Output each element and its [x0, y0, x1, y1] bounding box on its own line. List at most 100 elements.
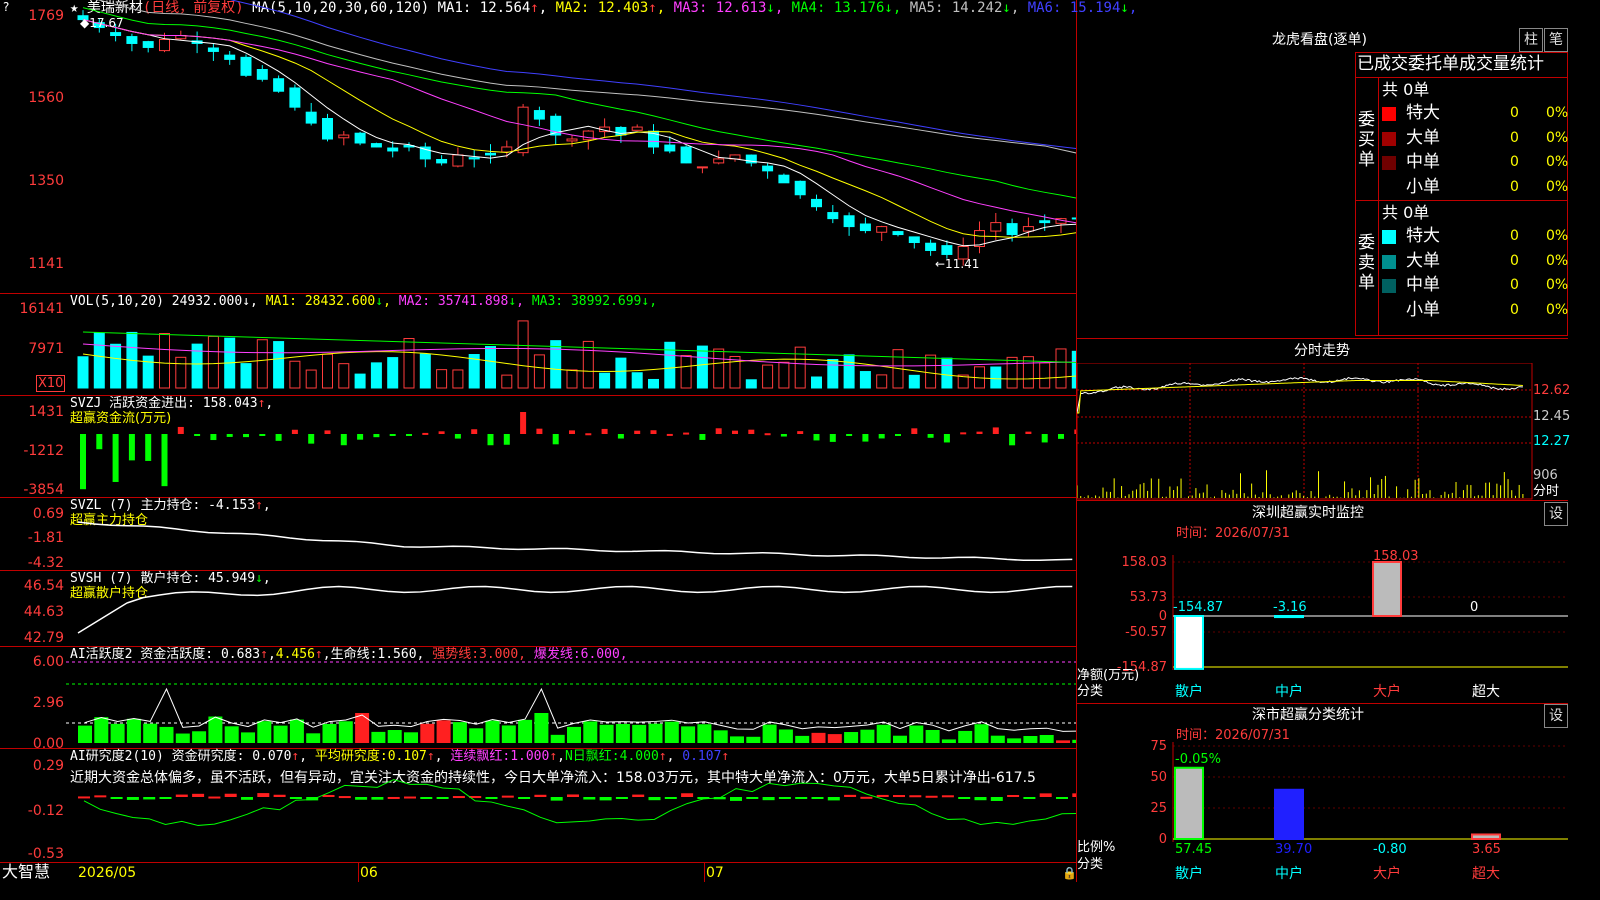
flow-bar: [569, 430, 575, 434]
volume-bar: [159, 332, 170, 389]
volume-bar: [615, 357, 627, 389]
research-bar: [1056, 797, 1068, 799]
order-type-label: 特大: [1406, 226, 1440, 246]
research-bar: [485, 797, 498, 799]
research-bar: [974, 797, 987, 801]
flow-bar: [878, 434, 885, 439]
volume-bar: [631, 372, 643, 389]
research-bar: [534, 794, 547, 797]
active-bar: [208, 716, 223, 743]
research-bar: [452, 796, 465, 799]
candle-body: [680, 146, 692, 164]
order-count: 0: [1510, 105, 1519, 121]
volume-bar: [680, 355, 692, 389]
volume-bar: [566, 369, 578, 389]
flow-bar: [275, 434, 282, 441]
intraday-tick: 906: [1533, 468, 1558, 483]
bar-value: 39.70: [1275, 842, 1312, 857]
category-label: 超大: [1472, 866, 1500, 882]
ai-active-tick: 2.96: [32, 695, 64, 711]
candle-body: [305, 111, 317, 124]
flow-bar: [112, 434, 119, 482]
order-count: 0: [1510, 154, 1519, 170]
tick-mode-button[interactable]: 笔: [1544, 28, 1568, 52]
active-bar: [811, 732, 826, 743]
classify-settings-button[interactable]: 设: [1544, 704, 1568, 728]
net-bar: [1372, 561, 1402, 617]
intraday-chart[interactable]: [1077, 363, 1568, 500]
active-bar: [355, 713, 370, 743]
active-bar: [143, 723, 158, 743]
research-bar: [844, 794, 857, 797]
active-bar: [893, 735, 907, 743]
order-percent: 0%: [1546, 154, 1569, 170]
volume-bar: [696, 345, 708, 389]
flow-bar: [813, 434, 820, 441]
volume-bar: [990, 366, 1002, 389]
research-bar: [208, 796, 221, 799]
volume-bar: [93, 332, 105, 389]
volume-bar: [501, 374, 513, 389]
candle-body: [224, 54, 236, 60]
research-bar: [420, 797, 433, 799]
candle-body: [354, 132, 366, 144]
research-bar: [827, 797, 840, 801]
category-label: 超大: [1472, 684, 1500, 700]
svzl-chart: [77, 521, 1073, 562]
ma-line: [97, 0, 1076, 154]
candle-body: [696, 166, 708, 169]
date-label: 2026/05: [78, 865, 137, 881]
buy-total: 共 0单: [1382, 80, 1430, 99]
volume-bar: [110, 343, 122, 389]
legend-swatch: [1382, 180, 1396, 195]
lock-icon[interactable]: 🔒: [1062, 866, 1077, 880]
research-line: [83, 779, 1076, 826]
flow-bar: [764, 433, 771, 436]
flow-bar: [666, 433, 673, 436]
research-bar: [860, 796, 873, 799]
legend-swatch: [1382, 131, 1396, 146]
flow-bar: [243, 434, 249, 438]
vol-chart: [77, 320, 1076, 389]
legend-swatch: [1382, 303, 1396, 318]
flow-bar: [128, 434, 135, 461]
volume-bar: [452, 369, 464, 389]
volume-bar: [843, 354, 855, 389]
volume-bar: [811, 376, 822, 389]
candle-body: [990, 222, 1002, 232]
vol-unit: X10: [36, 375, 66, 392]
volume-bar: [533, 354, 545, 389]
active-bar: [583, 721, 598, 743]
candle-body: [517, 106, 529, 154]
monitor-time: 时间：2026/07/31: [1176, 526, 1290, 541]
bar-mode-button[interactable]: 柱: [1519, 28, 1543, 52]
intraday-tick: 12.62: [1533, 383, 1571, 398]
candle-body: [126, 36, 138, 44]
monitor-settings-button[interactable]: 设: [1544, 502, 1568, 526]
intraday-tick: 12.45: [1533, 409, 1571, 424]
volume-bar: [582, 340, 594, 389]
price-tick: 1769: [28, 8, 64, 24]
volume-bar: [648, 378, 659, 389]
volume-bar: [762, 364, 774, 389]
research-bar: [192, 793, 205, 797]
research-bar: [599, 797, 612, 801]
ai-active-tick: 6.00: [32, 654, 64, 670]
svzj-chart: [80, 412, 1076, 490]
active-bar: [1007, 738, 1022, 743]
candle-body: [240, 56, 252, 76]
monitor-xlabel: 分类: [1077, 684, 1104, 699]
candle-body: [892, 231, 904, 236]
flow-bar: [324, 430, 331, 434]
date-divider: [358, 862, 359, 882]
candle-body: [387, 147, 399, 152]
active-bar: [534, 713, 549, 743]
flow-bar: [1074, 429, 1076, 434]
candle-body: [1022, 226, 1034, 232]
flow-bar: [992, 427, 999, 434]
lhb-tabs[interactable]: 已成交委托单成交量统计: [1357, 54, 1544, 74]
flow-bar: [797, 431, 804, 434]
active-bar: [289, 719, 304, 743]
research-bar: [501, 795, 514, 798]
volume-bar: [908, 374, 920, 389]
